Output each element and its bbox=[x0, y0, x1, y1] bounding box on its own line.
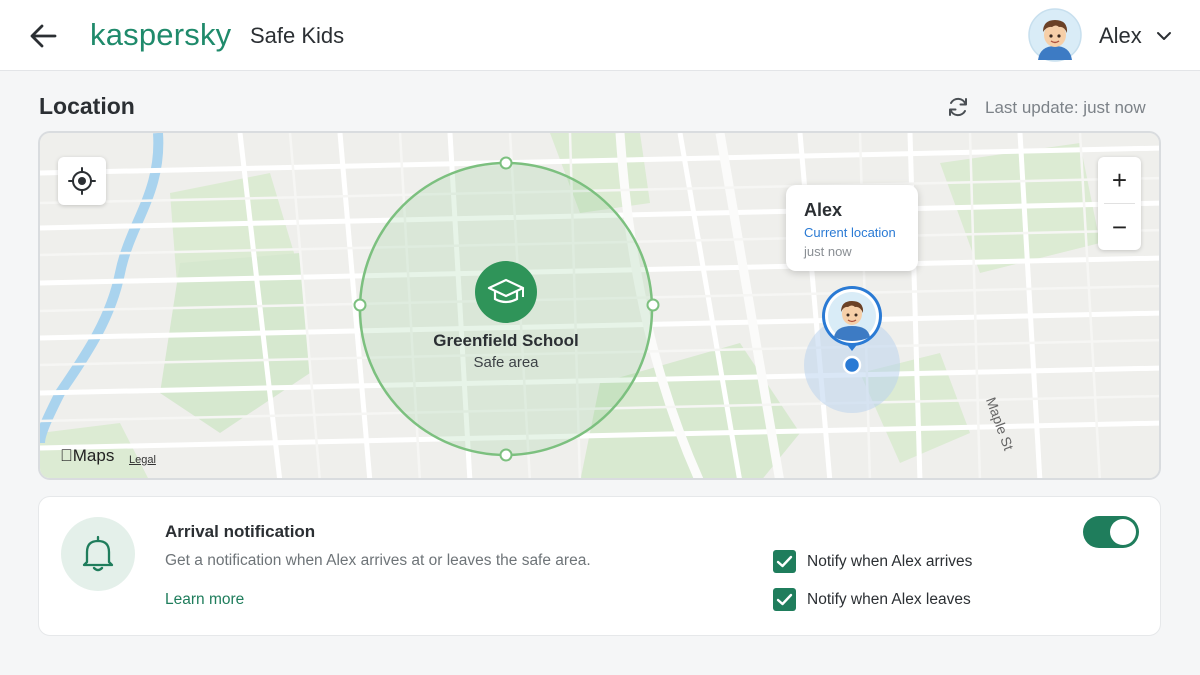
avatar bbox=[1028, 8, 1082, 62]
zoom-controls: + − bbox=[1098, 157, 1141, 250]
locate-me-button[interactable] bbox=[58, 157, 106, 205]
geofence-name: Greenfield School bbox=[433, 331, 579, 350]
user-menu[interactable]: Alex bbox=[1028, 8, 1188, 64]
maps-attribution: Maps bbox=[60, 446, 114, 466]
location-map[interactable]: + − Greenfield School Safe area Alex Cur… bbox=[38, 131, 1161, 480]
zoom-out-button[interactable]: − bbox=[1098, 204, 1141, 250]
child-location-marker[interactable] bbox=[820, 285, 884, 361]
refresh-icon bbox=[949, 97, 967, 117]
checkmark-icon bbox=[776, 555, 793, 568]
bell-icon bbox=[82, 535, 114, 572]
page-title: Location bbox=[39, 93, 135, 119]
brand-logo: kaspersky bbox=[90, 17, 232, 52]
geofence-label[interactable]: Greenfield School Safe area bbox=[396, 330, 616, 373]
child-avatar-pin-icon bbox=[822, 286, 882, 351]
notification-title: Arrival notification bbox=[165, 522, 316, 541]
product-name: Safe Kids bbox=[250, 23, 345, 48]
notify-arrives-checkbox[interactable]: Notify when Alex arrives bbox=[773, 550, 993, 574]
geofence-type: Safe area bbox=[473, 354, 539, 371]
checkbox-label: Notify when Alex arrives bbox=[807, 553, 973, 570]
notification-description: Get a notification when Alex arrives at … bbox=[165, 552, 591, 569]
app-header: kaspersky Safe Kids Alex bbox=[0, 0, 1200, 71]
checkbox-checked[interactable] bbox=[773, 550, 796, 573]
notify-leaves-checkbox[interactable]: Notify when Alex leaves bbox=[773, 588, 993, 612]
user-name: Alex bbox=[1099, 23, 1142, 48]
callout-status: Current location bbox=[804, 225, 896, 240]
refresh-button[interactable] bbox=[946, 95, 970, 119]
maps-attribution-text: Maps bbox=[60, 446, 115, 465]
checkmark-icon bbox=[776, 593, 793, 606]
arrival-notification-toggle[interactable] bbox=[1083, 516, 1139, 548]
legal-link[interactable]: Legal bbox=[129, 453, 156, 467]
arrival-notification-card: Arrival notification Get a notification … bbox=[38, 496, 1161, 636]
callout-child-name: Alex bbox=[804, 200, 843, 220]
apple-logo-icon:  bbox=[60, 446, 73, 465]
last-update-text: Last update: just now bbox=[985, 98, 1146, 117]
checkbox-label: Notify when Alex leaves bbox=[807, 591, 971, 608]
child-location-callout[interactable]: Alex Current location just now bbox=[786, 185, 918, 271]
learn-more-link[interactable]: Learn more bbox=[165, 590, 244, 610]
arrow-left-icon bbox=[30, 24, 57, 48]
zoom-in-button[interactable]: + bbox=[1098, 157, 1141, 203]
toggle-knob bbox=[1110, 519, 1136, 545]
checkbox-checked[interactable] bbox=[773, 588, 796, 611]
callout-time: just now bbox=[804, 244, 852, 259]
bell-badge bbox=[61, 517, 135, 591]
back-button[interactable] bbox=[26, 18, 62, 54]
chevron-down-icon bbox=[1157, 32, 1171, 40]
crosshair-icon bbox=[68, 167, 96, 195]
